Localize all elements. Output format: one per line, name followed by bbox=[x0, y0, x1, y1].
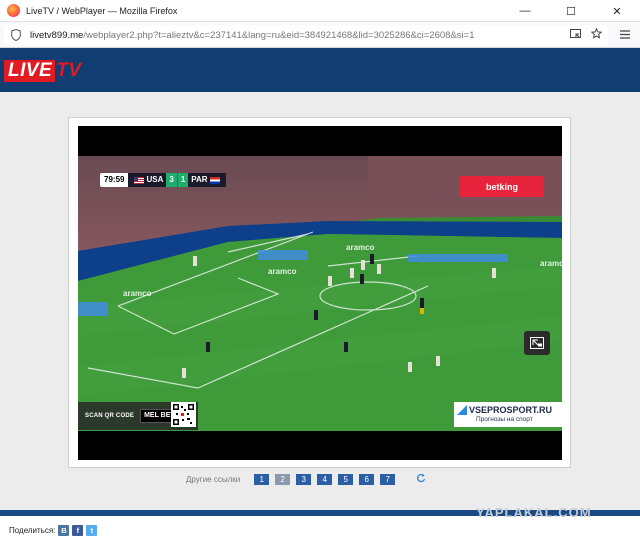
home-team-name: USA bbox=[146, 175, 164, 184]
home-score: 3 bbox=[166, 173, 177, 187]
minimize-button[interactable]: — bbox=[502, 0, 548, 22]
paraguay-flag-icon bbox=[209, 176, 220, 184]
link-page-4[interactable]: 4 bbox=[317, 473, 333, 485]
scoreboard: 79:59 USA 3 1 PAR bbox=[100, 173, 226, 187]
home-team: USA bbox=[128, 173, 167, 187]
facebook-share-icon[interactable]: f bbox=[72, 524, 84, 536]
vk-share-icon[interactable]: B bbox=[58, 524, 70, 536]
link-page-7[interactable]: 7 bbox=[380, 473, 396, 485]
window-title: LiveTV / WebPlayer — Mozilla Firefox bbox=[26, 5, 178, 16]
vseprosport-title: VSEPROSPORT.RU bbox=[469, 405, 553, 415]
video-frame[interactable]: aramco aramco aramco aramco 79:59 USA 3 bbox=[78, 156, 562, 431]
title-bar: LiveTV / WebPlayer — Mozilla Firefox — ☐… bbox=[0, 0, 640, 22]
away-team-name: PAR bbox=[191, 175, 208, 184]
link-page-5[interactable]: 5 bbox=[338, 473, 354, 485]
svg-text:aramco: aramco bbox=[540, 259, 562, 268]
logo-live-text: LIVE bbox=[4, 60, 56, 82]
livetv-logo[interactable]: LIVE TV bbox=[4, 60, 82, 82]
firefox-icon bbox=[7, 4, 20, 17]
url-domain: livetv899.me bbox=[30, 29, 84, 41]
qr-code-icon[interactable] bbox=[171, 402, 196, 427]
picture-in-picture-icon[interactable] bbox=[524, 331, 550, 355]
reader-view-icon[interactable] bbox=[570, 28, 581, 42]
video-player[interactable]: aramco aramco aramco aramco 79:59 USA 3 bbox=[78, 126, 562, 460]
navigation-bar: livetv899.me/webplayer2.php?t=alieztv&c=… bbox=[0, 22, 640, 48]
link-page-1[interactable]: 1 bbox=[254, 473, 270, 485]
svg-text:aramco: aramco bbox=[123, 289, 152, 298]
svg-text:aramco: aramco bbox=[268, 267, 297, 276]
vseprosport-logo-icon bbox=[457, 405, 467, 415]
site-header: LIVE TV bbox=[0, 48, 640, 92]
close-button[interactable]: ✕ bbox=[594, 0, 640, 22]
page-footer: Поделиться: B f t bbox=[0, 516, 640, 544]
logo-tv-text: TV bbox=[56, 60, 82, 81]
url-actions bbox=[570, 27, 603, 42]
browser-window: LiveTV / WebPlayer — Mozilla Firefox — ☐… bbox=[0, 0, 640, 544]
vseprosport-subtitle: Прогнозы на спорт bbox=[476, 416, 533, 423]
vseprosport-ad[interactable]: VSEPROSPORT.RU Прогнозы на спорт bbox=[454, 402, 562, 427]
other-links-bar: Другие ссылки 1 2 3 4 5 6 7 bbox=[186, 473, 426, 485]
share-label: Поделиться: bbox=[9, 525, 56, 535]
football-pitch-image: aramco aramco aramco aramco bbox=[78, 156, 562, 431]
betking-ad[interactable]: betking bbox=[460, 176, 544, 197]
url-path: /webplayer2.php?t=alieztv&c=237141&lang=… bbox=[83, 29, 475, 41]
other-links-label: Другие ссылки bbox=[186, 474, 241, 484]
url-text[interactable]: livetv899.me/webplayer2.php?t=alieztv&c=… bbox=[30, 30, 474, 41]
maximize-button[interactable]: ☐ bbox=[548, 0, 594, 22]
yaplakal-watermark: YAPLAKAL.COM bbox=[476, 505, 592, 520]
away-score: 1 bbox=[177, 173, 189, 187]
refresh-icon[interactable] bbox=[416, 473, 426, 486]
link-page-6[interactable]: 6 bbox=[359, 473, 375, 485]
away-team: PAR bbox=[188, 173, 226, 187]
link-page-2[interactable]: 2 bbox=[275, 473, 291, 485]
link-page-3[interactable]: 3 bbox=[296, 473, 312, 485]
address-bar[interactable]: livetv899.me/webplayer2.php?t=alieztv&c=… bbox=[4, 25, 608, 45]
scan-qr-label: SCAN QR CODE bbox=[85, 413, 135, 419]
shield-icon[interactable] bbox=[11, 28, 21, 42]
player-frame: aramco aramco aramco aramco 79:59 USA 3 bbox=[68, 117, 571, 468]
match-clock: 79:59 bbox=[100, 173, 129, 187]
hamburger-menu-icon[interactable] bbox=[620, 27, 630, 42]
twitter-share-icon[interactable]: t bbox=[86, 524, 98, 536]
svg-text:aramco: aramco bbox=[346, 243, 375, 252]
bookmark-star-icon[interactable] bbox=[590, 27, 603, 42]
usa-flag-icon bbox=[134, 176, 145, 184]
